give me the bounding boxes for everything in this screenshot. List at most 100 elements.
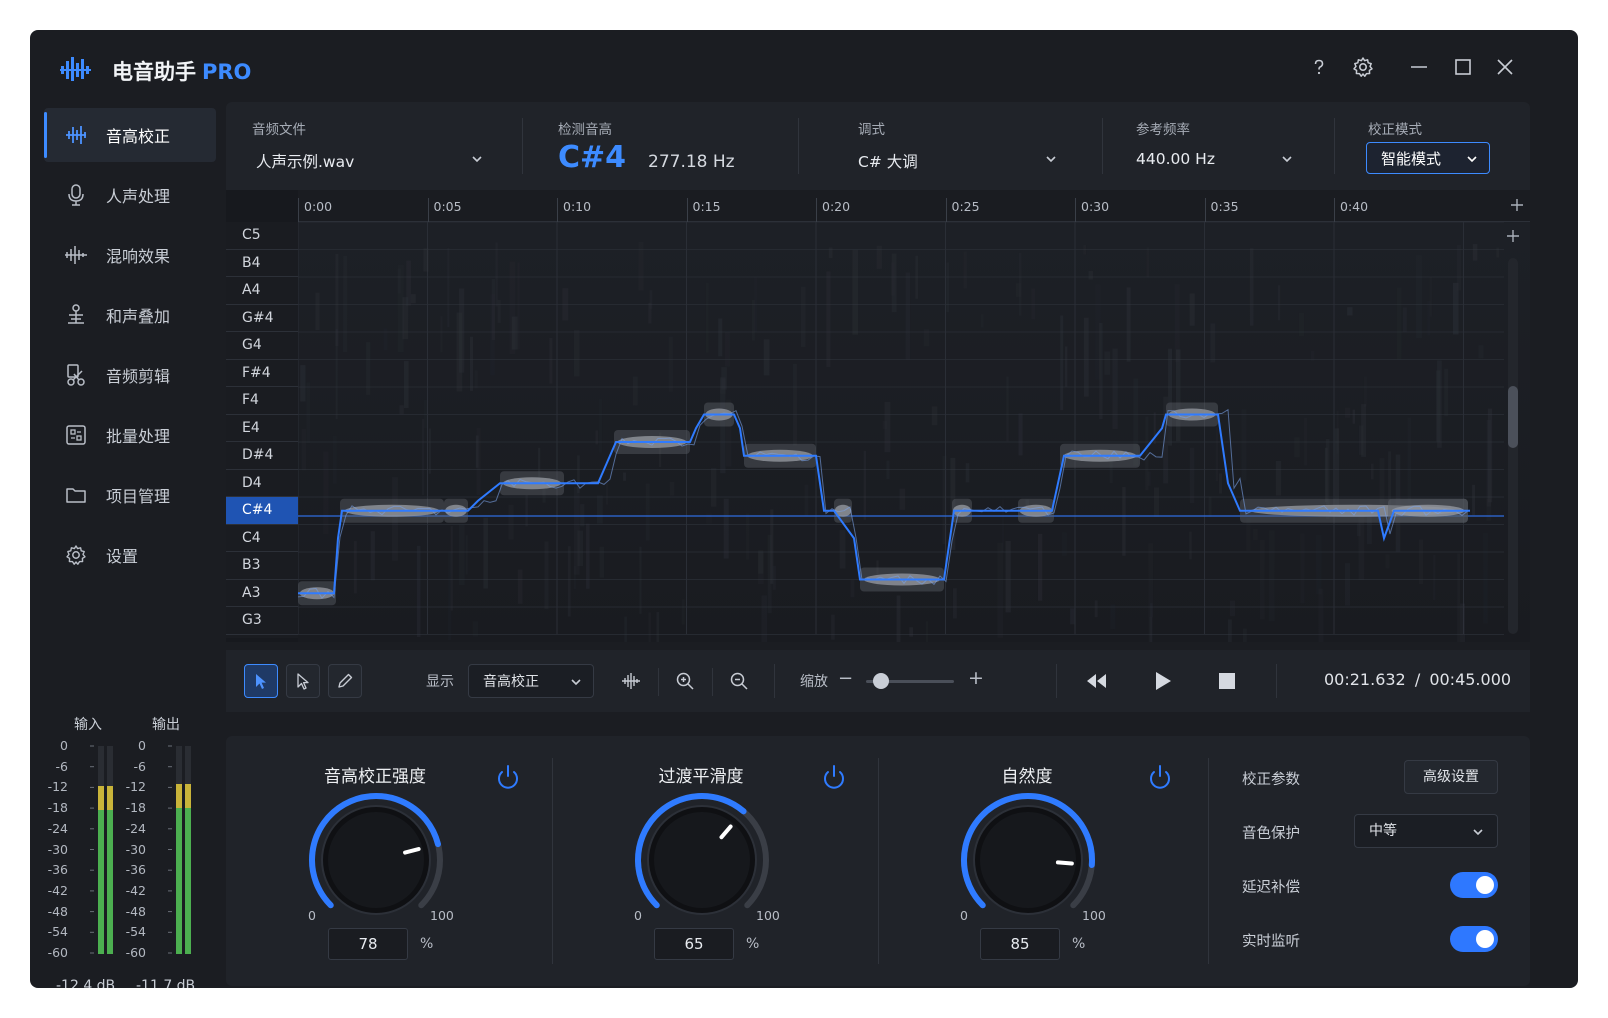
note-key[interactable]: B4	[226, 250, 298, 277]
monitor-toggle[interactable]	[1450, 926, 1498, 952]
zoom-plus-button[interactable]: +	[968, 667, 984, 689]
timbre-select[interactable]: 中等	[1354, 814, 1498, 848]
divider	[1276, 664, 1277, 698]
note-key[interactable]: G#4	[226, 305, 298, 332]
note-key[interactable]: E4	[226, 415, 298, 442]
settings-button[interactable]	[1350, 54, 1376, 80]
note-key[interactable]: F#4	[226, 360, 298, 387]
divider	[798, 118, 799, 174]
display-select[interactable]: 音高校正	[468, 664, 594, 698]
divider	[1334, 118, 1335, 174]
power-icon[interactable]	[498, 765, 518, 789]
pitch-canvas[interactable]	[298, 222, 1530, 642]
sidebar-item-harmony[interactable]: 和声叠加	[44, 288, 216, 342]
knob-value-input[interactable]: 85	[980, 928, 1060, 960]
note-key[interactable]: A4	[226, 277, 298, 305]
correction-params-label: 校正参数	[1242, 772, 1300, 788]
zoom-minus-button[interactable]: −	[838, 668, 853, 689]
total-time: 00:45.000	[1429, 670, 1512, 689]
help-button[interactable]	[1306, 54, 1332, 80]
time-tick-label: 0:25	[951, 199, 980, 214]
note-key[interactable]: D4	[226, 470, 298, 497]
app-title: 电音助手 PRO	[112, 56, 251, 86]
minimize-button[interactable]	[1406, 54, 1432, 80]
level-meters: 输入 输出 0 -6 -12 -18 -24 -30 -36 -42 -48 -54 -60 0 -6…	[46, 714, 216, 988]
knob[interactable]	[226, 736, 552, 916]
zoom-out-button[interactable]	[722, 664, 756, 698]
sidebar-item-settings[interactable]: 设置	[44, 528, 216, 582]
sidebar-item-batch[interactable]: 批量处理	[44, 408, 216, 462]
knob[interactable]	[878, 736, 1204, 916]
timbre-label: 音色保护	[1242, 826, 1300, 842]
rewind-button[interactable]	[1080, 664, 1114, 698]
knob-value-input[interactable]: 65	[654, 928, 734, 960]
ref-freq-select[interactable]: 参考频率 440.00 Hz	[1136, 102, 1306, 190]
advanced-settings-button[interactable]: 高级设置	[1404, 760, 1498, 794]
cursor-icon	[256, 674, 266, 689]
time-tick	[1204, 198, 1206, 222]
sidebar-item-label: 音频剪辑	[106, 367, 171, 386]
piano-keys: C5 B4 A4 G#4 G4 F#4 F4 E4 D#4 D4 C#4 C4 B3 A3 G3	[226, 222, 298, 638]
stop-button[interactable]	[1210, 664, 1244, 698]
mode-value: 智能模式	[1381, 149, 1442, 168]
note-key[interactable]: A3	[226, 580, 298, 607]
add-track-icon[interactable]	[1510, 198, 1524, 212]
maximize-icon	[1455, 59, 1471, 75]
key-select[interactable]: 调式 C# 大调	[858, 102, 1068, 190]
sidebar-item-reverb[interactable]: 混响效果	[44, 228, 216, 282]
divider	[522, 118, 523, 174]
select-tool-button[interactable]	[244, 664, 278, 698]
chevron-down-icon	[1282, 156, 1292, 163]
time-tick	[298, 198, 299, 222]
sidebar-item-audio-edit[interactable]: 音频剪辑	[44, 348, 216, 402]
time-tick-label: 0:30	[1081, 199, 1110, 214]
knob[interactable]	[552, 736, 878, 916]
zoom-slider-thumb[interactable]	[873, 673, 889, 689]
close-button[interactable]	[1492, 54, 1518, 80]
monitor-label: 实时监听	[1242, 934, 1300, 950]
time-tick	[427, 198, 429, 222]
note-key[interactable]: C4	[226, 525, 298, 552]
time-ruler[interactable]: 0:00 0:05 0:10 0:15 0:20 0:25 0:30 0:35 0:40	[298, 190, 1530, 222]
sidebar-item-pitch-correction[interactable]: 音高校正	[44, 108, 216, 162]
power-icon[interactable]	[824, 765, 844, 789]
knob-panel: 过渡平滑度 0 100 65%	[552, 736, 878, 986]
note-key[interactable]: G4	[226, 332, 298, 360]
main-area: 音频文件 人声示例.wav 检测音高 C#4 277.18 Hz 调式 C# 大…	[226, 102, 1530, 986]
display-label: 显示	[426, 674, 454, 690]
waveform-view-button[interactable]	[614, 664, 648, 698]
file-select[interactable]: 音频文件 人声示例.wav	[252, 102, 502, 190]
time-tick	[1075, 198, 1076, 222]
rewind-icon	[1087, 674, 1106, 688]
editor-toolbar: 显示 音高校正 缩放 − + 00:21.632 / 00:45.000	[226, 650, 1530, 712]
note-key[interactable]: B3	[226, 552, 298, 580]
maximize-button[interactable]	[1450, 54, 1476, 80]
knob-unit: %	[1072, 936, 1086, 952]
knob-unit: %	[420, 936, 434, 952]
latency-toggle[interactable]	[1450, 872, 1498, 898]
pointer-tool-button[interactable]	[286, 664, 320, 698]
detected-hz: 277.18 Hz	[648, 152, 735, 172]
sidebar-item-project[interactable]: 项目管理	[44, 468, 216, 522]
v-scrollbar-thumb[interactable]	[1508, 386, 1518, 448]
sidebar-item-vocal-processing[interactable]: 人声处理	[44, 168, 216, 222]
note-key[interactable]: G3	[226, 607, 298, 635]
note-key[interactable]: C#4	[226, 497, 298, 525]
knob-value-input[interactable]: 78	[328, 928, 408, 960]
sidebar-item-label: 人声处理	[106, 187, 171, 206]
zoom-in-button[interactable]	[668, 664, 702, 698]
time-tick	[1334, 198, 1335, 222]
note-key[interactable]: C5	[226, 222, 298, 250]
question-icon	[1314, 59, 1324, 75]
play-button[interactable]	[1146, 664, 1180, 698]
input-db-readout: -12.4 dB	[56, 978, 116, 988]
sidebar-item-label: 项目管理	[106, 487, 171, 506]
side-params: 校正参数 高级设置 音色保护 中等 延迟补偿 实时监听	[1208, 736, 1530, 986]
pencil-tool-button[interactable]	[328, 664, 362, 698]
mode-select[interactable]: 智能模式	[1366, 142, 1490, 174]
note-key[interactable]: D#4	[226, 442, 298, 470]
chevron-down-icon	[1467, 156, 1477, 163]
time-display: 00:21.632 / 00:45.000	[1324, 670, 1511, 689]
note-key[interactable]: F4	[226, 387, 298, 415]
power-icon[interactable]	[1150, 765, 1170, 789]
